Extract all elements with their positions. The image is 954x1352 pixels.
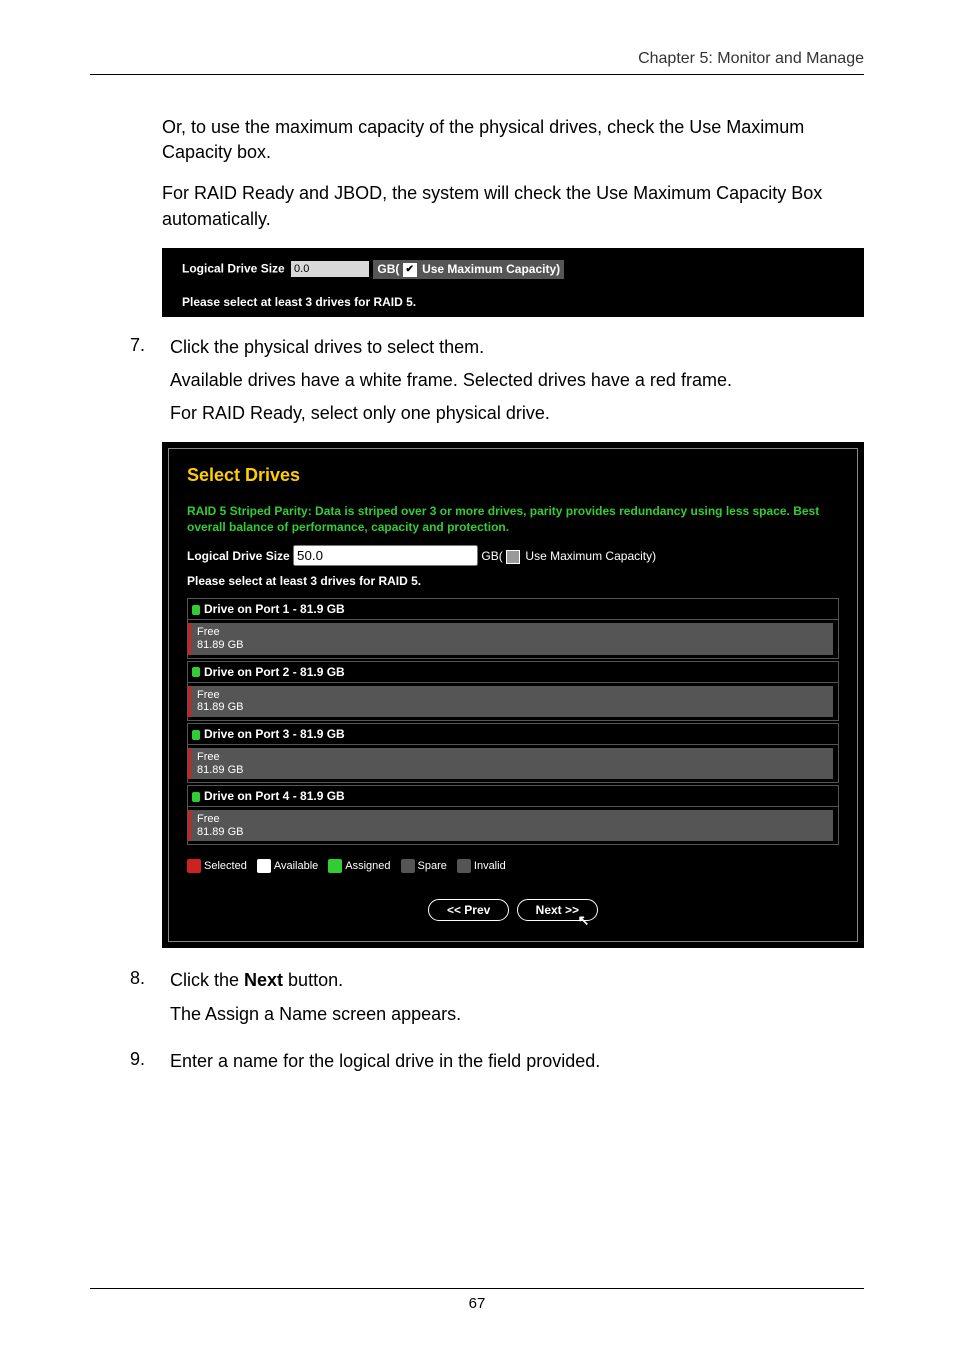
drive-free-size: 81.89 GB	[197, 701, 827, 714]
step-9-line-1: Enter a name for the logical drive in th…	[170, 1049, 864, 1074]
drive-list: Drive on Port 1 - 81.9 GB Free 81.89 GB …	[187, 598, 839, 845]
drive-free-label: Free	[197, 626, 827, 639]
prev-button[interactable]: << Prev	[428, 899, 509, 921]
drive-head-label: Drive on Port 1 - 81.9 GB	[204, 602, 345, 616]
drive-icon	[192, 792, 200, 802]
step-7-line-1: Click the physical drives to select them…	[170, 335, 864, 360]
drive-head: Drive on Port 1 - 81.9 GB	[187, 598, 839, 620]
step-7-line-2: Available drives have a white frame. Sel…	[170, 368, 864, 393]
use-max-capacity-checkbox-2[interactable]: ✔	[506, 550, 520, 564]
legend-swatch-selected	[187, 859, 201, 873]
step-7-number: 7.	[130, 335, 170, 435]
next-button[interactable]: Next >> ↖	[517, 899, 598, 921]
step-8-text-c: button.	[283, 970, 343, 990]
next-button-label: Next >>	[536, 903, 579, 917]
drive-icon	[192, 605, 200, 615]
drive-icon	[192, 730, 200, 740]
intro-paragraph-1: Or, to use the maximum capacity of the p…	[162, 115, 854, 165]
screenshot-select-drives: Select Drives RAID 5 Striped Parity: Dat…	[162, 442, 864, 948]
drive-legend: Selected Available Assigned Spare Invali…	[187, 859, 839, 873]
step-8-text-bold: Next	[244, 970, 283, 990]
gb-unit-label: GB(	[377, 262, 399, 276]
step-9-number: 9.	[130, 1049, 170, 1082]
drive-free-label: Free	[197, 813, 827, 826]
legend-label-selected: Selected	[204, 860, 247, 872]
drive-head: Drive on Port 2 - 81.9 GB	[187, 661, 839, 683]
drive-free-label: Free	[197, 751, 827, 764]
use-max-capacity-label-2: Use Maximum Capacity)	[525, 549, 656, 563]
drive-free-label: Free	[197, 689, 827, 702]
running-header: Chapter 5: Monitor and Manage	[90, 50, 864, 75]
step-8-line-2: The Assign a Name screen appears.	[170, 1002, 864, 1027]
screenshot-logical-drive-size: Logical Drive Size GB( ✔ Use Maximum Cap…	[162, 248, 864, 317]
drive-icon	[192, 667, 200, 677]
logical-drive-size-label-2: Logical Drive Size	[187, 549, 290, 563]
gb-unit-label-2: GB(	[481, 549, 502, 563]
drive-free-size: 81.89 GB	[197, 826, 827, 839]
drive-free-size: 81.89 GB	[197, 639, 827, 652]
raid5-description: RAID 5 Striped Parity: Data is striped o…	[187, 504, 839, 535]
step-8-text-a: Click the	[170, 970, 244, 990]
use-max-capacity-checkbox[interactable]: ✔	[403, 263, 417, 277]
legend-swatch-spare	[401, 859, 415, 873]
raid5-min-drives-hint-2: Please select at least 3 drives for RAID…	[187, 574, 839, 588]
legend-swatch-available	[257, 859, 271, 873]
use-max-capacity-label: Use Maximum Capacity)	[422, 262, 560, 276]
step-8-number: 8.	[130, 968, 170, 1034]
logical-drive-size-input-2[interactable]	[293, 545, 478, 566]
legend-label-invalid: Invalid	[474, 860, 506, 872]
page-footer: 67	[90, 1288, 864, 1312]
select-drives-title: Select Drives	[187, 465, 839, 486]
drive-row[interactable]: Free 81.89 GB	[187, 745, 839, 783]
drive-head: Drive on Port 3 - 81.9 GB	[187, 723, 839, 745]
logical-drive-size-label: Logical Drive Size	[182, 261, 285, 275]
legend-label-spare: Spare	[418, 860, 447, 872]
legend-swatch-assigned	[328, 859, 342, 873]
legend-label-available: Available	[274, 860, 318, 872]
legend-label-assigned: Assigned	[345, 860, 390, 872]
legend-swatch-invalid	[457, 859, 471, 873]
drive-head-label: Drive on Port 3 - 81.9 GB	[204, 727, 345, 741]
raid5-min-drives-hint: Please select at least 3 drives for RAID…	[182, 295, 858, 309]
cursor-icon: ↖	[578, 912, 590, 929]
step-7-line-3: For RAID Ready, select only one physical…	[170, 401, 864, 426]
drive-head-label: Drive on Port 2 - 81.9 GB	[204, 665, 345, 679]
drive-head: Drive on Port 4 - 81.9 GB	[187, 785, 839, 807]
logical-drive-size-input[interactable]	[290, 260, 370, 278]
drive-row[interactable]: Free 81.89 GB	[187, 807, 839, 845]
drive-row[interactable]: Free 81.89 GB	[187, 620, 839, 658]
page-number: 67	[469, 1295, 486, 1312]
drive-head-label: Drive on Port 4 - 81.9 GB	[204, 789, 345, 803]
step-8-line-1: Click the Next button.	[170, 968, 864, 993]
intro-paragraph-2: For RAID Ready and JBOD, the system will…	[162, 181, 854, 231]
drive-row[interactable]: Free 81.89 GB	[187, 683, 839, 721]
drive-free-size: 81.89 GB	[197, 764, 827, 777]
